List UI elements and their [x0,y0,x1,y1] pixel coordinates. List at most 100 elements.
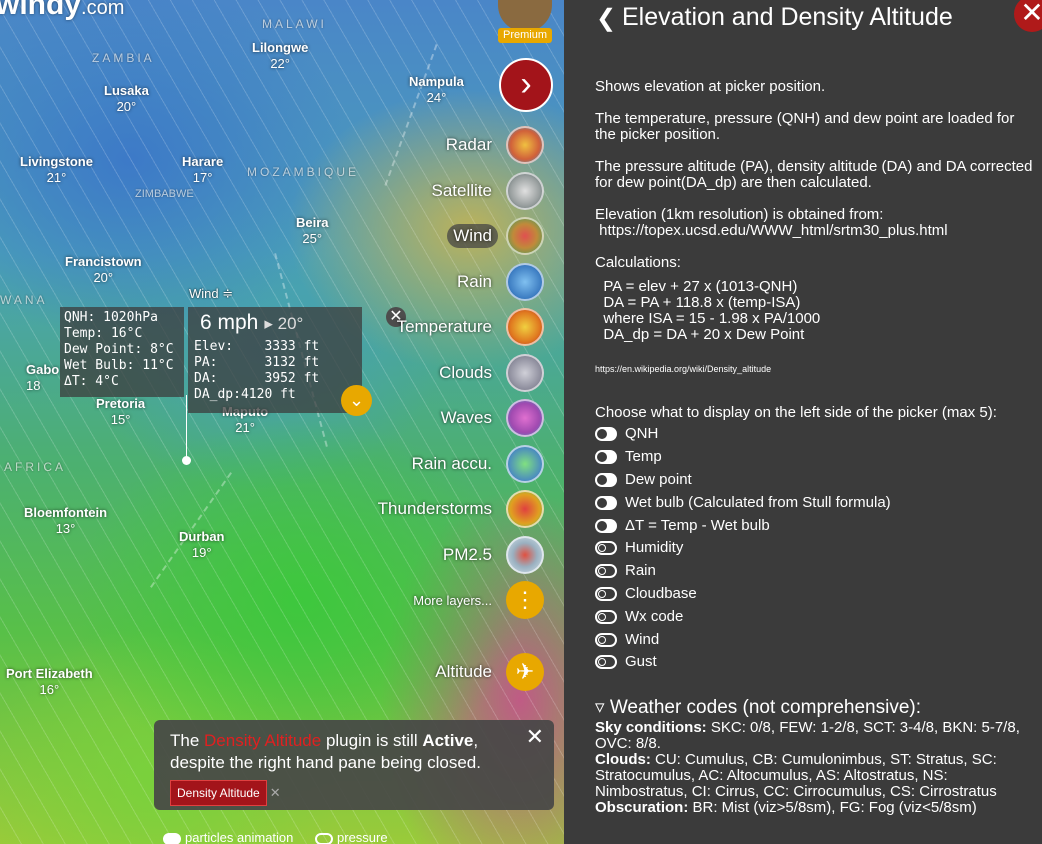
toggle-switch[interactable] [595,632,617,647]
city-label: Durban 19° [179,529,225,560]
toggle-switch[interactable] [595,472,617,487]
picker-stem [186,395,187,461]
toggle-switch[interactable] [595,609,617,624]
layer-clouds[interactable]: Clouds [433,353,544,393]
premium-account[interactable]: Premium [498,0,554,43]
country-label: MOZAMBIQUE [247,165,360,179]
premium-badge: Premium [498,28,552,43]
particles-toggle[interactable]: particles animation [163,830,293,844]
picker-da: DA: 3952 ft [194,371,320,386]
description-text: The pressure altitude (PA), density alti… [595,158,1033,191]
option-label: Wet bulb (Calculated from Stull formula) [625,493,891,511]
city-label: Port Elizabeth 16° [6,666,93,697]
rain-icon [506,263,544,301]
thunderstorms-icon [506,490,544,528]
city-label: Gabo 18 [26,362,60,393]
picker-wind-direction: ▸ 20° [264,314,304,333]
country-label: AFRICA [4,460,67,474]
option-label: Wx code [625,607,684,625]
calc-formulas: PA = elev + 27 x (1013-QNH) DA = PA + 11… [603,278,821,343]
srtm-link[interactable]: https://topex.ucsd.edu/WWW_html/srtm30_p… [595,222,947,239]
toggle-switch[interactable] [595,564,617,579]
plugin-tag-close-icon[interactable]: ✕ [270,785,281,800]
country-label: ZIMBABWE [135,188,194,200]
picker-qnh: QNH: 1020hPa [64,310,158,325]
windy-logo[interactable]: windy.com [0,0,124,22]
option-temp[interactable]: Temp [595,446,1035,469]
panel-title: Elevation and Density Altitude [622,3,953,31]
city-label: Harare 17° [182,154,224,185]
weather-codes-toggle[interactable]: ▿ Weather codes (not comprehensive): [595,697,1035,718]
rain-accu-icon [506,445,544,483]
layer-thunderstorms[interactable]: Thunderstorms [372,489,544,529]
option-rain[interactable]: Rain [595,560,1035,583]
toggle-switch[interactable] [595,518,617,533]
clouds-icon [506,354,544,392]
close-panel-button[interactable]: ✕ [1014,0,1042,32]
toggle-switch[interactable] [595,541,617,556]
option-wx-code[interactable]: Wx code [595,605,1035,628]
weather-codes-body: Sky conditions: SKC: 0/8, FEW: 1-2/8, SC… [595,718,1020,816]
panel-body: Shows elevation at picker position. The … [595,79,1035,816]
plugin-name: Density Altitude [204,731,322,750]
country-label: WANA [0,293,48,307]
picker-handle[interactable] [182,456,191,465]
plugin-tag[interactable]: Density Altitude [170,780,267,806]
toggle-switch[interactable] [595,495,617,510]
option-label: Wind [625,630,660,648]
back-arrow-icon[interactable]: ❮ [596,4,616,33]
picker-elev: Elev: 3333 ft [194,339,320,354]
option-label: Gust [625,653,657,671]
option-dew-point[interactable]: Dew point [595,469,1035,492]
option-humidity[interactable]: Humidity [595,537,1035,560]
toggle-switch[interactable] [595,655,617,670]
display-options: QNH Temp Dew point Wet bulb (Calculated fro… [595,423,1035,674]
pressure-toggle[interactable]: pressure [315,830,388,844]
option-qnh[interactable]: QNH [595,423,1035,446]
toggle-switch[interactable] [595,427,617,442]
layer-radar[interactable]: Radar [440,125,544,165]
option-cloudbase[interactable]: Cloudbase [595,583,1035,606]
option-wet-bulb-calculated-from-stull-formula[interactable]: Wet bulb (Calculated from Stull formula) [595,491,1035,514]
picker-pa: PA: 3132 ft [194,355,320,370]
notice-close-button[interactable]: ✕ [526,726,544,748]
layer-altitude[interactable]: Altitude ✈ [429,652,544,692]
layer-waves[interactable]: Waves [435,398,544,438]
option-wind[interactable]: Wind [595,628,1035,651]
picker-wet-bulb: Wet Bulb: 11°C [64,358,174,373]
bottom-toggles: particles animation pressure [163,830,388,844]
choose-heading: Choose what to display on the left side … [595,404,997,421]
country-label: MALAWI [262,17,327,31]
picker-da-dp: DA_dp:4120 ft [194,387,296,402]
option-gust[interactable]: Gust [595,651,1035,674]
radar-icon [506,126,544,164]
layer-temperature[interactable]: Temperature [391,307,544,347]
layer-satellite[interactable]: Satellite [426,171,544,211]
option-label: QNH [625,425,659,443]
toggle-switch[interactable] [595,586,617,601]
option-label: Dew point [625,470,692,488]
more-layers-button[interactable]: More layers... ⋮ [407,580,544,620]
weather-map[interactable]: windy.com MALAWI ZAMBIA MOZAMBIQUE ZIMBA… [0,0,564,844]
layer-wind[interactable]: Wind [447,216,544,256]
picker-temp: Temp: 16°C [64,326,143,341]
city-label: Lusaka 20° [104,83,149,114]
calc-title: Calculations: [595,254,681,271]
pm25-icon [506,536,544,574]
layer-rain[interactable]: Rain [451,262,544,302]
toggle-switch[interactable] [595,450,617,465]
option-t-temp-wet-bulb[interactable]: ΔT = Temp - Wet bulb [595,514,1035,537]
wind-label: Wind ≑ [189,286,234,301]
temperature-icon [506,308,544,346]
city-label: Francistown 20° [65,254,142,285]
country-label: ZAMBIA [92,51,155,65]
layer-pm25[interactable]: PM2.5 [437,535,544,575]
city-label: Bloemfontein 13° [24,505,108,536]
option-label: ΔT = Temp - Wet bulb [625,516,770,534]
option-label: Temp [625,448,662,466]
layer-rain-accu[interactable]: Rain accu. [406,444,544,484]
picker-expand-button[interactable]: ⌄ [341,385,372,416]
wiki-link[interactable]: https://en.wikipedia.org/wiki/Density_al… [595,361,1035,377]
next-arrow-button[interactable]: › [499,58,553,112]
option-label: Rain [625,562,656,580]
